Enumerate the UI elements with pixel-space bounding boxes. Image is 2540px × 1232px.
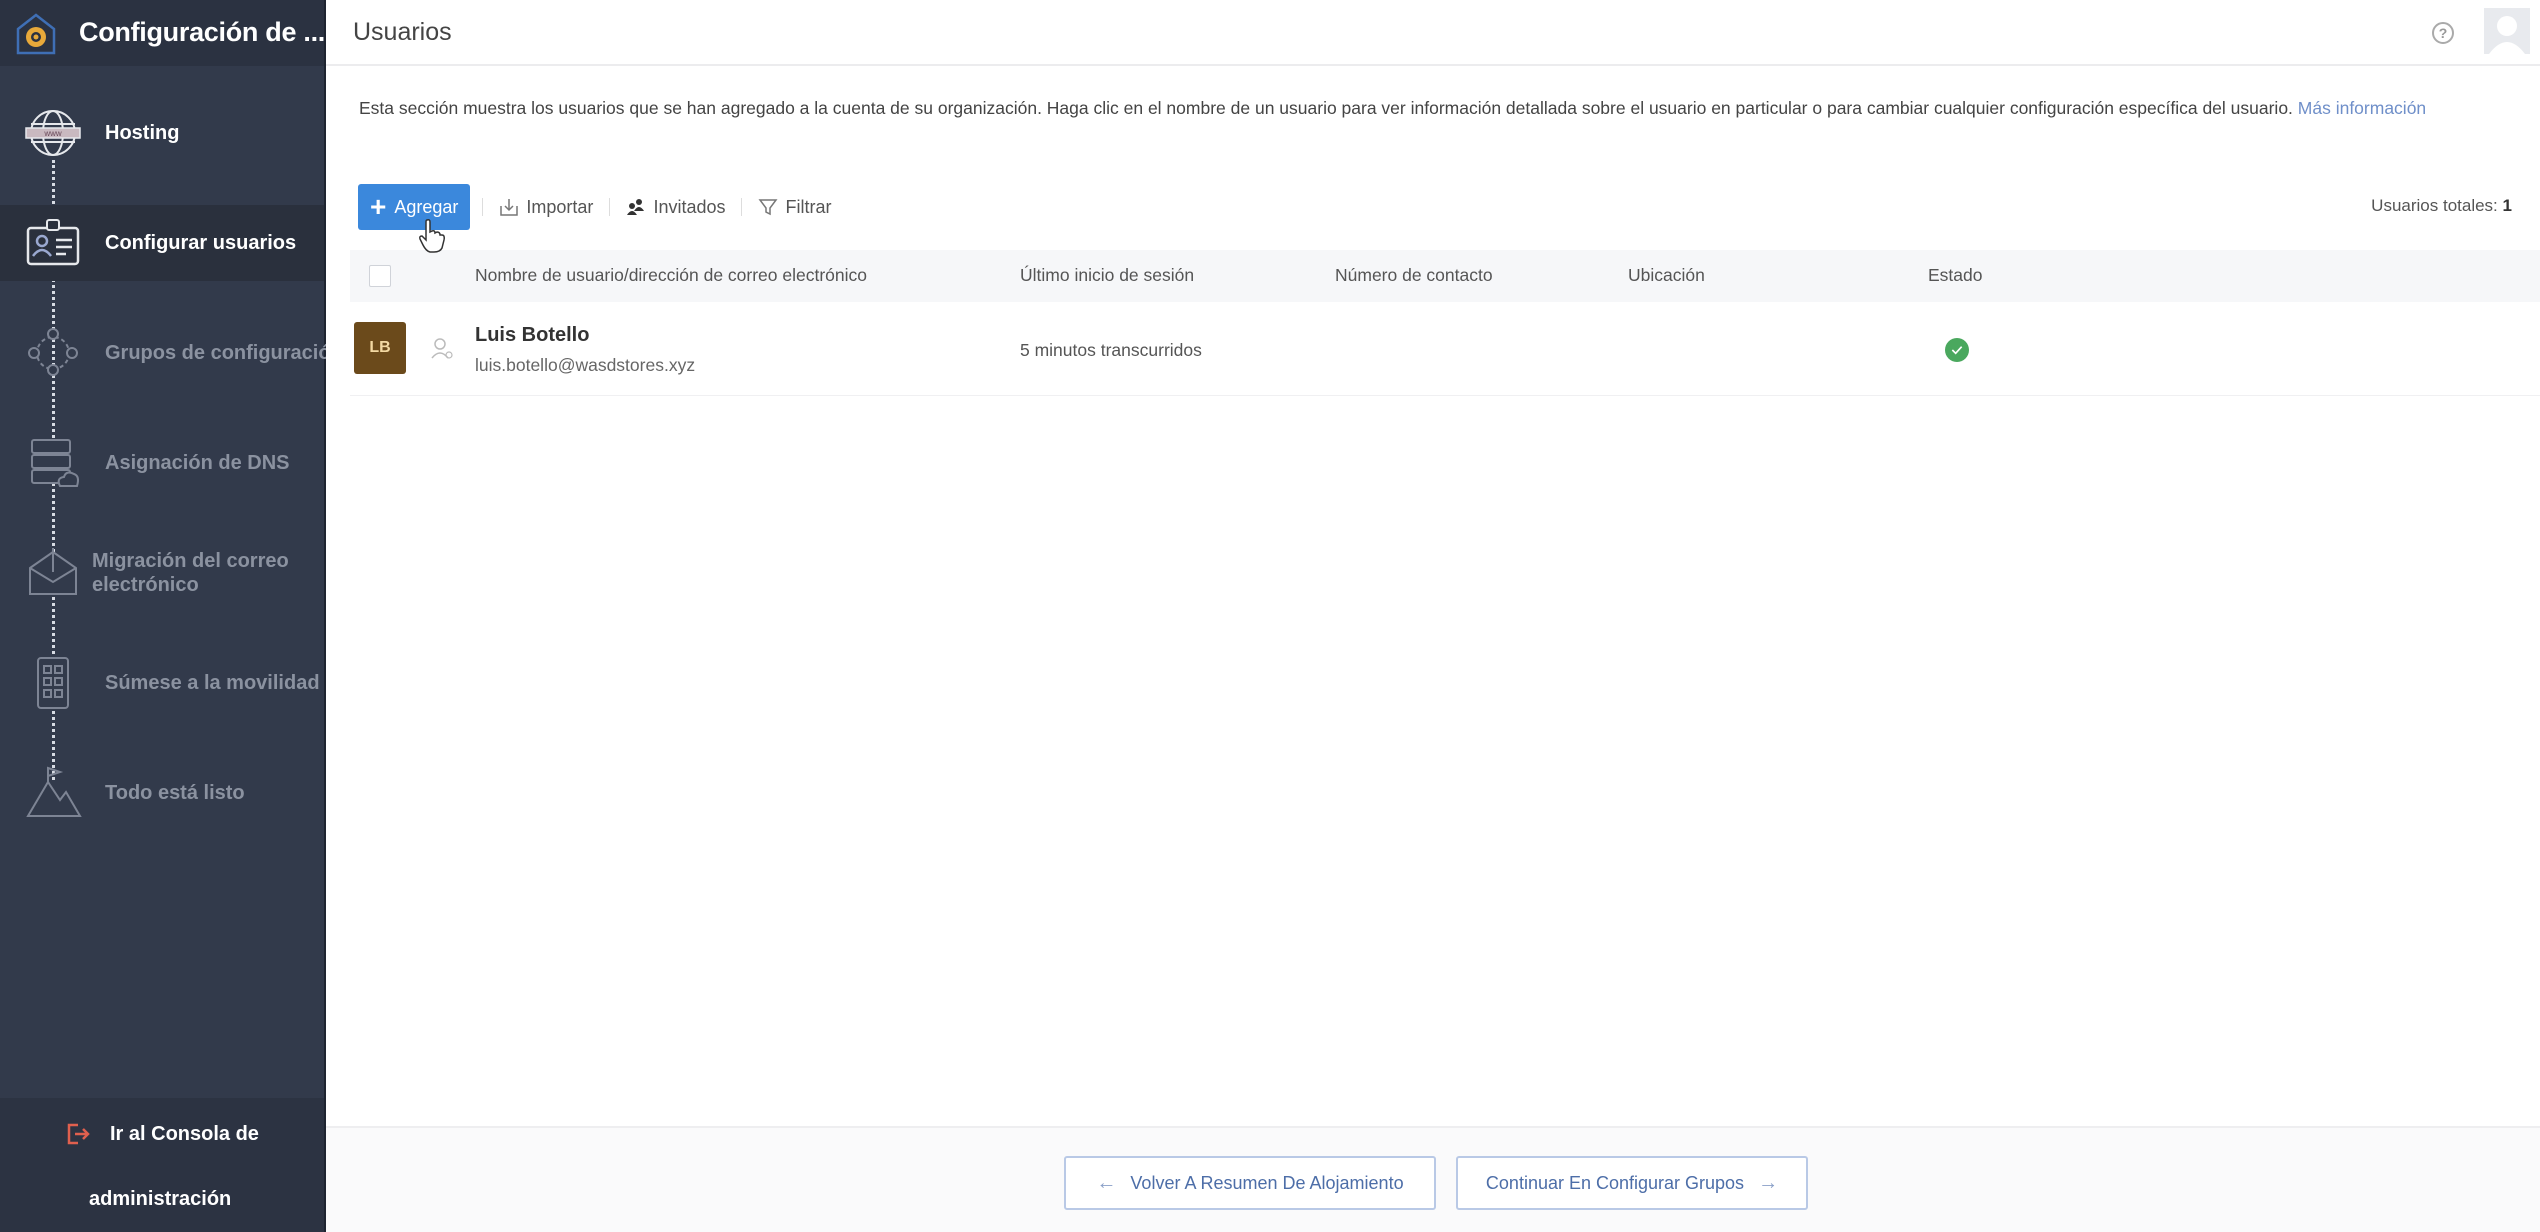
- group-icon: [22, 322, 84, 384]
- app-root: Configuración de ... www Hosting Configu…: [0, 0, 2540, 1232]
- description-text: Esta sección muestra los usuarios que se…: [359, 98, 2298, 118]
- id-card-icon: [22, 212, 84, 274]
- sidebar-item-configurar-usuarios[interactable]: Configurar usuarios: [0, 205, 324, 281]
- top-bar: Usuarios ?: [326, 0, 2540, 66]
- invited-users-icon: [627, 199, 645, 215]
- sidebar: Configuración de ... www Hosting Configu…: [0, 0, 343, 1232]
- admin-link-line1: Ir al Consola de: [110, 1122, 259, 1145]
- continue-button[interactable]: Continuar En Configurar Grupos →: [1456, 1156, 1808, 1210]
- user-icon: [431, 338, 453, 359]
- last-login: 5 minutos transcurridos: [1020, 340, 1202, 360]
- table-row[interactable]: [350, 302, 2540, 396]
- globe-www-icon: www: [22, 102, 84, 164]
- sidebar-item-label: Hosting: [105, 122, 180, 144]
- hand-cursor-icon: [419, 219, 445, 253]
- sidebar-item-label: Súmese a la movilidad: [105, 672, 320, 694]
- dns-server-icon: [22, 432, 84, 494]
- sidebar-item-dns[interactable]: Asignación de DNS: [0, 418, 324, 508]
- exit-icon: [67, 1123, 90, 1145]
- svg-text:www: www: [43, 129, 62, 138]
- help-icon[interactable]: ?: [2432, 22, 2454, 44]
- admin-link-line2: administración: [89, 1188, 232, 1210]
- sidebar-item-grupos[interactable]: Grupos de configuración: [0, 308, 343, 398]
- user-name-link[interactable]: Luis Botello: [475, 324, 589, 347]
- wizard-footer: ← Volver A Resumen De Alojamiento Contin…: [326, 1126, 2540, 1232]
- sidebar-header: Configuración de ...: [0, 0, 326, 66]
- admin-console-link[interactable]: Ir al Consola de administración: [0, 1098, 324, 1232]
- main-content: Usuarios ? Esta sección muestra los usua…: [326, 0, 2540, 1232]
- sidebar-item-label: Grupos de configuración: [105, 342, 343, 364]
- sidebar-item-label: Todo está listo: [105, 782, 245, 804]
- back-button[interactable]: ← Volver A Resumen De Alojamiento: [1064, 1156, 1436, 1210]
- user-email: luis.botello@wasdstores.xyz: [475, 355, 696, 375]
- add-user-button[interactable]: + Agregar: [358, 184, 471, 230]
- more-info-link[interactable]: Más información: [2298, 98, 2426, 118]
- mail-migration-icon: [22, 542, 84, 604]
- section-description: Esta sección muestra los usuarios que se…: [359, 94, 2509, 123]
- column-header-last-login[interactable]: Último inicio de sesión: [1020, 265, 1194, 286]
- sidebar-item-label: Asignación de DNS: [105, 452, 290, 474]
- mountain-flag-icon: [22, 762, 84, 824]
- setup-logo-icon: [16, 13, 56, 55]
- plus-icon: +: [370, 191, 387, 222]
- column-header-location[interactable]: Ubicación: [1628, 265, 1705, 286]
- mobile-apps-icon: [22, 652, 84, 714]
- filter-icon: [758, 199, 778, 216]
- column-header-status[interactable]: Estado: [1928, 265, 1982, 286]
- sidebar-item-todo-listo[interactable]: Todo está listo: [0, 748, 324, 838]
- import-icon: [500, 199, 519, 216]
- avatar: LB: [354, 322, 406, 374]
- user-avatar-icon[interactable]: [2484, 8, 2530, 54]
- status-active-icon: [1945, 338, 1969, 362]
- column-header-name[interactable]: Nombre de usuario/dirección de correo el…: [475, 265, 867, 286]
- column-header-contact[interactable]: Número de contacto: [1335, 265, 1493, 286]
- sidebar-item-label: Configurar usuarios: [105, 232, 297, 254]
- arrow-right-icon: →: [1758, 1171, 1779, 1194]
- sidebar-title: Configuración de ...: [79, 17, 326, 47]
- sidebar-item-movilidad[interactable]: Súmese a la movilidad: [0, 638, 324, 728]
- filter-button[interactable]: Filtrar: [754, 197, 835, 218]
- sidebar-item-hosting[interactable]: www Hosting: [0, 88, 324, 178]
- total-users-count: 1: [2502, 196, 2512, 215]
- total-users: Usuarios totales: 1: [2371, 196, 2512, 215]
- sidebar-item-label: Migración del correo electrónico: [92, 550, 289, 596]
- divider: [741, 198, 743, 216]
- select-all-checkbox[interactable]: [369, 265, 391, 287]
- import-button[interactable]: Importar: [495, 197, 597, 218]
- sidebar-item-migracion[interactable]: Migración del correo electrónico: [0, 528, 324, 618]
- invited-button[interactable]: Invitados: [622, 197, 729, 218]
- divider: [609, 198, 611, 216]
- divider: [482, 198, 484, 216]
- page-title: Usuarios: [353, 18, 452, 46]
- arrow-left-icon: ←: [1096, 1171, 1117, 1194]
